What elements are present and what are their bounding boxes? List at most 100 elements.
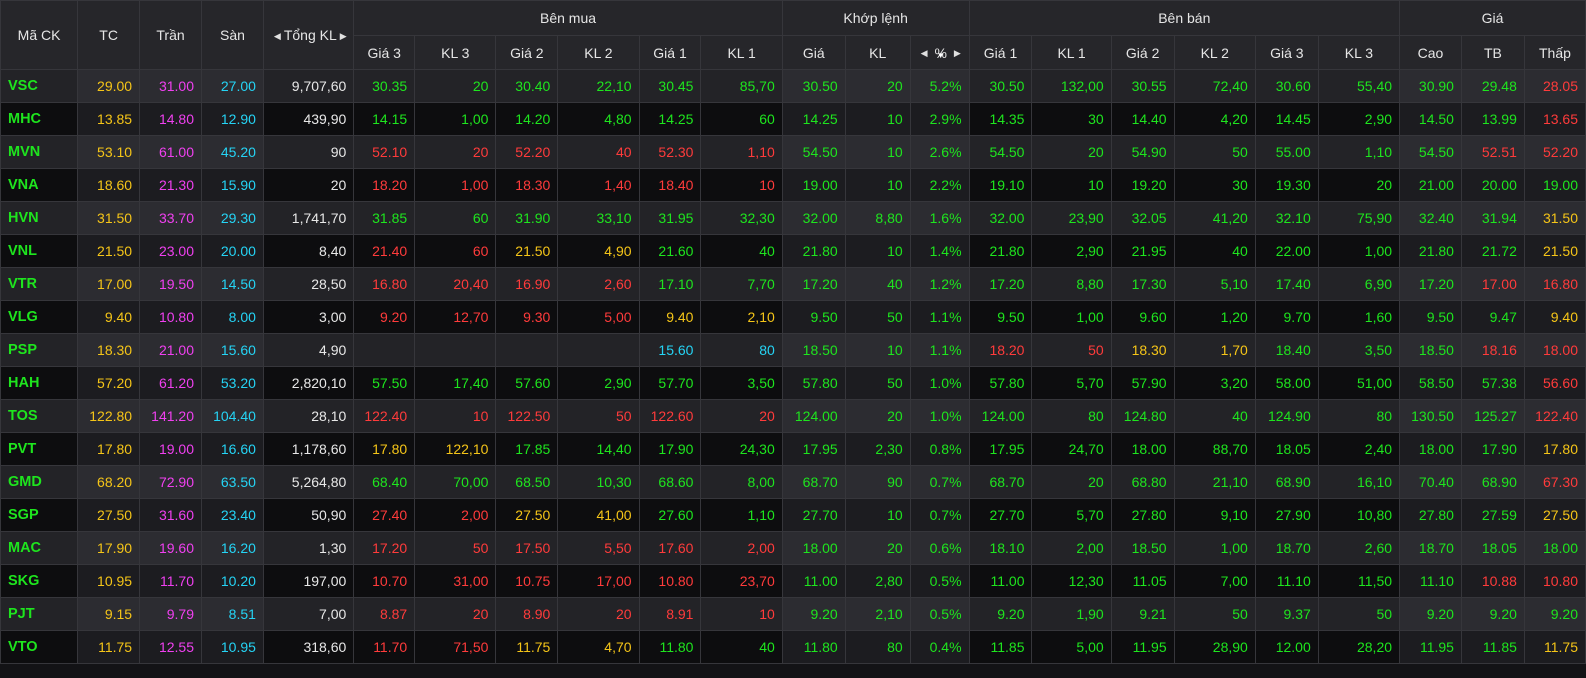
match-cell: 0.7%: [909, 498, 970, 532]
header-buy-col[interactable]: Giá 3: [353, 35, 416, 70]
sell-cell: 8,80: [1031, 267, 1112, 301]
match-cell: 0.8%: [909, 432, 970, 466]
table-row[interactable]: MHC 13.85 14.80 12.90 439,90 14.15 1,00 14.20 4,…: [0, 102, 1586, 136]
sort-desc-icon[interactable]: ▼: [937, 51, 945, 60]
price-stat-cell: 14.50: [1399, 102, 1462, 136]
match-cell: 17.95: [781, 432, 846, 466]
header-match-percent[interactable]: ◀ % ▶ ▼: [909, 35, 970, 70]
sell-cell: 2,60: [1317, 531, 1401, 565]
price-stat-cell: 9.20: [1399, 597, 1462, 631]
triangle-left-icon[interactable]: ◀: [271, 31, 284, 41]
triangle-right-icon[interactable]: ▶: [951, 48, 964, 58]
buy-cell: 80: [700, 333, 783, 367]
buy-cell: 18.40: [638, 168, 702, 202]
price-stat-cell: 58.50: [1399, 366, 1462, 400]
buy-cell: 21.60: [638, 234, 702, 268]
table-row[interactable]: VTO 11.75 12.55 10.95 318,60 11.70 71,50 11.75 4…: [0, 630, 1586, 664]
table-row[interactable]: GMD 68.20 72.90 63.50 5,264,80 68.40 70,00 68.5…: [0, 465, 1586, 499]
table-row[interactable]: VLG 9.40 10.80 8.00 3,00 9.20 12,70 9.30 5,00 9.4…: [0, 300, 1586, 334]
buy-cell: 17,00: [557, 564, 640, 598]
total-volume-cell: 318,60: [262, 630, 355, 664]
sell-cell: 9.60: [1110, 300, 1175, 334]
table-row[interactable]: HAH 57.20 61.20 53.20 2,820,10 57.50 17,40 57.6…: [0, 366, 1586, 400]
floor-price-cell: 104.40: [201, 399, 264, 433]
header-price-col[interactable]: Thấp: [1523, 35, 1586, 70]
table-row[interactable]: PJT 9.15 9.79 8.51 7,00 8.87 20 8.90 20 8.91 10 9.2…: [0, 597, 1586, 631]
sell-cell: 58.00: [1254, 366, 1319, 400]
header-buy-col[interactable]: Giá 1: [638, 35, 702, 70]
table-row[interactable]: PSP 18.30 21.00 15.60 4,90 15.60 80 18.50 10 1.1%…: [0, 333, 1586, 367]
sell-cell: 14.40: [1110, 102, 1175, 136]
sell-cell: 9.50: [968, 300, 1033, 334]
header-match-col[interactable]: Giá: [781, 35, 846, 70]
header-sell-col[interactable]: KL 1: [1031, 35, 1112, 70]
symbol-cell: MHC: [0, 102, 79, 136]
price-stat-cell: 17.00: [1460, 267, 1525, 301]
floor-price-cell: 8.00: [201, 300, 264, 334]
header-buy-col[interactable]: KL 3: [414, 35, 497, 70]
buy-cell: 122.40: [353, 399, 416, 433]
sell-cell: 20: [1031, 135, 1112, 169]
buy-cell: 57.50: [353, 366, 416, 400]
header-total-volume[interactable]: ◀ Tổng KL ▶: [262, 0, 355, 70]
table-row[interactable]: PVT 17.80 19.00 16.60 1,178,60 17.80 122,10 17.…: [0, 432, 1586, 466]
header-sell-col[interactable]: Giá 1: [968, 35, 1033, 70]
header-buy-col[interactable]: KL 1: [700, 35, 783, 70]
header-buy-col[interactable]: KL 2: [557, 35, 640, 70]
header-sell-col[interactable]: Giá 3: [1254, 35, 1319, 70]
buy-cell: 17.90: [638, 432, 702, 466]
price-stat-cell: 18.05: [1460, 531, 1525, 565]
match-cell: 14.25: [781, 102, 846, 136]
price-stat-cell: 11.10: [1399, 564, 1462, 598]
ref-price-cell: 31.50: [77, 201, 141, 235]
table-row[interactable]: VNA 18.60 21.30 15.90 20 18.20 1,00 18.30 1,40 18…: [0, 168, 1586, 202]
buy-cell: 15.60: [638, 333, 702, 367]
sell-cell: 5,10: [1173, 267, 1256, 301]
header-sell-col[interactable]: Giá 2: [1110, 35, 1175, 70]
table-row[interactable]: MAC 17.90 19.60 16.20 1,30 17.20 50 17.50 5,50 17…: [0, 531, 1586, 565]
table-row[interactable]: SKG 10.95 11.70 10.20 197,00 10.70 31,00 10.75 1…: [0, 564, 1586, 598]
match-cell: 2.6%: [909, 135, 970, 169]
match-cell: 40: [844, 267, 911, 301]
header-price-col[interactable]: Cao: [1399, 35, 1462, 70]
table-row[interactable]: VSC 29.00 31.00 27.00 9,707,60 30.35 20 30.40 22…: [0, 69, 1586, 103]
header-sell-col[interactable]: KL 3: [1317, 35, 1401, 70]
table-row[interactable]: VNL 21.50 23.00 20.00 8,40 21.40 60 21.50 4,90 21…: [0, 234, 1586, 268]
buy-cell: 9.20: [353, 300, 416, 334]
header-buy-col[interactable]: Giá 2: [495, 35, 559, 70]
table-row[interactable]: TOS 122.80 141.20 104.40 28,10 122.40 10 122.50…: [0, 399, 1586, 433]
match-cell: 10: [844, 498, 911, 532]
floor-price-cell: 45.20: [201, 135, 264, 169]
floor-price-cell: 15.90: [201, 168, 264, 202]
header-ref-price[interactable]: TC: [77, 0, 141, 70]
buy-cell: 10.75: [495, 564, 559, 598]
ref-price-cell: 17.00: [77, 267, 141, 301]
triangle-right-icon[interactable]: ▶: [337, 31, 350, 41]
header-symbol[interactable]: Mã CK: [0, 0, 79, 70]
buy-cell: 20: [700, 399, 783, 433]
table-row[interactable]: MVN 53.10 61.00 45.20 90 52.10 20 52.20 40 52.30 1…: [0, 135, 1586, 169]
sell-cell: 27.70: [968, 498, 1033, 532]
buy-cell: 10: [700, 168, 783, 202]
header-match-col[interactable]: KL: [844, 35, 911, 70]
total-volume-cell: 197,00: [262, 564, 355, 598]
sell-cell: 9.70: [1254, 300, 1319, 334]
sell-cell: 55,40: [1317, 69, 1401, 103]
price-stat-cell: 21.80: [1399, 234, 1462, 268]
triangle-left-icon[interactable]: ◀: [918, 48, 931, 58]
table-row[interactable]: SGP 27.50 31.60 23.40 50,90 27.40 2,00 27.50 41,…: [0, 498, 1586, 532]
buy-cell: 14.25: [638, 102, 702, 136]
sell-cell: 30.60: [1254, 69, 1319, 103]
match-cell: 10: [844, 135, 911, 169]
sell-cell: 88,70: [1173, 432, 1256, 466]
match-cell: 0.6%: [909, 531, 970, 565]
header-sell-col[interactable]: KL 2: [1173, 35, 1256, 70]
header-floor[interactable]: Sàn: [201, 0, 264, 70]
table-row[interactable]: VTR 17.00 19.50 14.50 28,50 16.80 20,40 16.90 2,…: [0, 267, 1586, 301]
header-ceiling[interactable]: Trần: [139, 0, 202, 70]
header-price-col[interactable]: TB: [1460, 35, 1525, 70]
match-cell: 54.50: [781, 135, 846, 169]
table-row[interactable]: HVN 31.50 33.70 29.30 1,741,70 31.85 60 31.90 33…: [0, 201, 1586, 235]
price-stat-cell: 27.50: [1523, 498, 1586, 532]
match-cell: 27.70: [781, 498, 846, 532]
